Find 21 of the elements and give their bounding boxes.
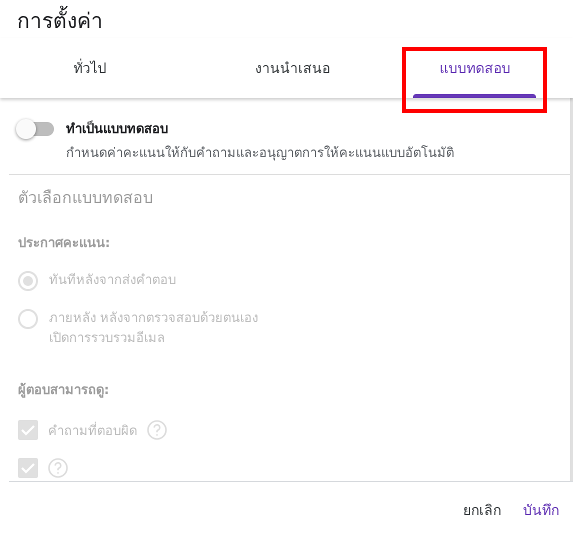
tab[interactable]: งานนำเสนอ bbox=[180, 38, 405, 98]
dialog-button[interactable]: บันทึก bbox=[519, 495, 563, 525]
toggle-label: ทำเป็นแบบทดสอบ bbox=[66, 120, 169, 139]
toggle-description: กำหนดค่าคะแนนให้กับคำถามและอนุญาตการให้คะแนนแบบอัตโนมัติ bbox=[66, 144, 454, 163]
section-title: ตัวเลือกแบบทดสอบ bbox=[18, 187, 154, 209]
radio-button[interactable] bbox=[18, 309, 38, 329]
checkbox[interactable] bbox=[18, 458, 38, 478]
radio-label: ทันทีหลังจากส่งคำตอบ bbox=[49, 272, 176, 290]
toggle-switch[interactable] bbox=[18, 122, 54, 136]
help-icon[interactable] bbox=[147, 420, 167, 440]
help-icon[interactable] bbox=[48, 458, 68, 478]
checkbox[interactable] bbox=[18, 420, 38, 440]
group-label: ผู้ตอบสามารถดู: bbox=[18, 382, 110, 400]
checkbox-label: คำถามที่ตอบผิด bbox=[48, 420, 137, 440]
group-label: ประกาศคะแนน: bbox=[18, 235, 112, 253]
dialog-button[interactable]: ยกเลิก bbox=[459, 495, 505, 525]
tab[interactable]: แบบทดสอบ bbox=[405, 38, 545, 98]
radio-button[interactable] bbox=[18, 271, 38, 291]
tab[interactable]: ทั่วไป bbox=[0, 38, 180, 98]
dialog-title: การตั้งค่า bbox=[0, 0, 573, 38]
radio-label: ภายหลัง หลังจากตรวจสอบด้วยตนเอง เปิดการรวบรวมอีเมล bbox=[49, 310, 258, 348]
